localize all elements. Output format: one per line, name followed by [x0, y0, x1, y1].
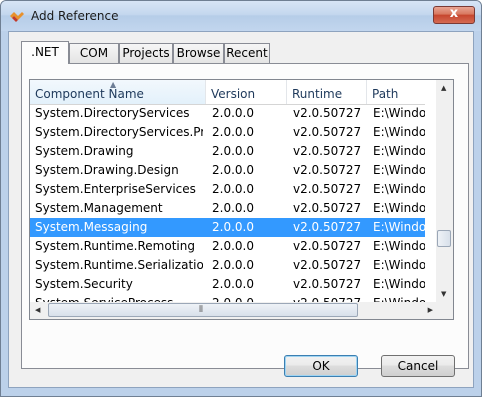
- tab-label: Projects: [122, 46, 170, 60]
- cell-version: 2.0.0.0: [212, 144, 254, 158]
- cell-path: E:\Windo: [373, 239, 425, 253]
- cell-component-name: System.DirectoryServices.Prot...: [35, 125, 203, 139]
- scrollbar-corner: [436, 302, 453, 319]
- table-row[interactable]: System.Security 2.0.0.0 v2.0.50727 E:\Wi…: [30, 275, 425, 294]
- components-list[interactable]: ▲ Component Name Version Runtime Path Sy…: [29, 79, 454, 320]
- column-header-label: Component Name: [35, 87, 144, 101]
- cell-version: 2.0.0.0: [212, 125, 254, 139]
- cell-version: 2.0.0.0: [212, 182, 254, 196]
- dialog-client-area: .NET COM Projects Browse Recent ▲ Compon…: [8, 31, 474, 388]
- cell-version: 2.0.0.0: [212, 201, 254, 215]
- sort-ascending-icon: ▲: [110, 80, 117, 89]
- cell-path: E:\Windo: [373, 201, 425, 215]
- table-row[interactable]: System.Drawing 2.0.0.0 v2.0.50727 E:\Win…: [30, 142, 425, 161]
- tab-dotnet[interactable]: .NET: [21, 41, 69, 64]
- add-reference-dialog: Add Reference x .NET COM Projects Browse…: [0, 0, 482, 397]
- close-button[interactable]: x: [433, 6, 475, 24]
- table-row[interactable]: System.Runtime.Serialization.... 2.0.0.0…: [30, 256, 425, 275]
- cell-runtime: v2.0.50727: [293, 258, 362, 272]
- cell-component-name: System.Runtime.Serialization....: [35, 258, 203, 272]
- column-header-label: Path: [372, 87, 399, 101]
- window-title: Add Reference: [31, 9, 119, 23]
- cell-version: 2.0.0.0: [212, 258, 254, 272]
- cell-runtime: v2.0.50727: [293, 182, 362, 196]
- column-header-row: ▲ Component Name Version Runtime Path: [30, 80, 425, 105]
- column-header-label: Version: [211, 87, 256, 101]
- scroll-left-arrow-icon[interactable]: ◀: [35, 306, 40, 314]
- cell-component-name: System.Security: [35, 277, 133, 291]
- cell-component-name: System.DirectoryServices: [35, 106, 190, 120]
- cell-component-name: System.Messaging: [35, 220, 148, 234]
- cell-runtime: v2.0.50727: [293, 106, 362, 120]
- cell-runtime: v2.0.50727: [293, 277, 362, 291]
- cell-runtime: v2.0.50727: [293, 239, 362, 253]
- cell-path: E:\Windo: [373, 220, 425, 234]
- cell-path: E:\Windo: [373, 182, 425, 196]
- vertical-scrollbar[interactable]: ▲ ▼: [436, 80, 453, 302]
- cell-version: 2.0.0.0: [212, 220, 254, 234]
- cell-component-name: System.EnterpriseServices: [35, 182, 196, 196]
- vertical-scroll-thumb[interactable]: [437, 230, 451, 247]
- cell-runtime: v2.0.50727: [293, 125, 362, 139]
- cell-path: E:\Windo: [373, 163, 425, 177]
- cell-path: E:\Windo: [373, 277, 425, 291]
- cell-runtime: v2.0.50727: [293, 163, 362, 177]
- table-row-selected[interactable]: System.Messaging 2.0.0.0 v2.0.50727 E:\W…: [30, 218, 425, 237]
- cell-path: E:\Windo: [373, 258, 425, 272]
- tab-com[interactable]: COM: [69, 43, 119, 63]
- ok-button-label: OK: [312, 359, 330, 373]
- column-header-runtime[interactable]: Runtime: [287, 80, 367, 104]
- cell-version: 2.0.0.0: [212, 239, 254, 253]
- title-bar[interactable]: Add Reference x: [1, 1, 481, 31]
- tab-browse[interactable]: Browse: [173, 43, 224, 63]
- cell-runtime: v2.0.50727: [293, 201, 362, 215]
- scroll-right-arrow-icon[interactable]: ▶: [428, 306, 433, 314]
- horizontal-scrollbar[interactable]: ◀ ⦀ ▶: [30, 302, 438, 319]
- tab-projects[interactable]: Projects: [119, 43, 173, 63]
- horizontal-scroll-thumb[interactable]: ⦀: [48, 303, 358, 317]
- cell-version: 2.0.0.0: [212, 106, 254, 120]
- column-header-version[interactable]: Version: [206, 80, 287, 104]
- cell-path: E:\Windo: [373, 106, 425, 120]
- column-header-path[interactable]: Path: [367, 80, 425, 104]
- tab-recent[interactable]: Recent: [224, 43, 270, 63]
- table-row[interactable]: System.Drawing.Design 2.0.0.0 v2.0.50727…: [30, 161, 425, 180]
- grip-icon: ⦀: [199, 305, 203, 315]
- table-row[interactable]: System.Management 2.0.0.0 v2.0.50727 E:\…: [30, 199, 425, 218]
- cell-version: 2.0.0.0: [212, 163, 254, 177]
- table-row[interactable]: System.EnterpriseServices 2.0.0.0 v2.0.5…: [30, 180, 425, 199]
- cell-runtime: v2.0.50727: [293, 220, 362, 234]
- cell-component-name: System.Drawing.Design: [35, 163, 179, 177]
- table-row[interactable]: System.DirectoryServices.Prot... 2.0.0.0…: [30, 123, 425, 142]
- cell-component-name: System.Management: [35, 201, 163, 215]
- scroll-up-arrow-icon[interactable]: ▲: [441, 84, 446, 92]
- cancel-button[interactable]: Cancel: [381, 355, 455, 377]
- scroll-down-arrow-icon[interactable]: ▼: [441, 290, 446, 298]
- table-row[interactable]: System.Runtime.Remoting 2.0.0.0 v2.0.507…: [30, 237, 425, 256]
- cell-version: 2.0.0.0: [212, 277, 254, 291]
- tab-label: Browse: [176, 46, 221, 60]
- cell-component-name: System.Runtime.Remoting: [35, 239, 195, 253]
- ok-button[interactable]: OK: [284, 355, 358, 377]
- tab-label: Recent: [226, 46, 268, 60]
- column-header-label: Runtime: [292, 87, 343, 101]
- tab-label: .NET: [31, 45, 59, 59]
- table-row[interactable]: System.DirectoryServices 2.0.0.0 v2.0.50…: [30, 104, 425, 123]
- cell-runtime: v2.0.50727: [293, 144, 362, 158]
- column-header-component-name[interactable]: ▲ Component Name: [30, 80, 206, 104]
- cancel-button-label: Cancel: [397, 359, 439, 373]
- close-icon: x: [449, 6, 459, 21]
- cell-component-name: System.Drawing: [35, 144, 134, 158]
- tab-label: COM: [79, 46, 109, 60]
- visual-studio-logo-icon: [10, 12, 24, 22]
- cell-path: E:\Windo: [373, 125, 425, 139]
- cell-path: E:\Windo: [373, 144, 425, 158]
